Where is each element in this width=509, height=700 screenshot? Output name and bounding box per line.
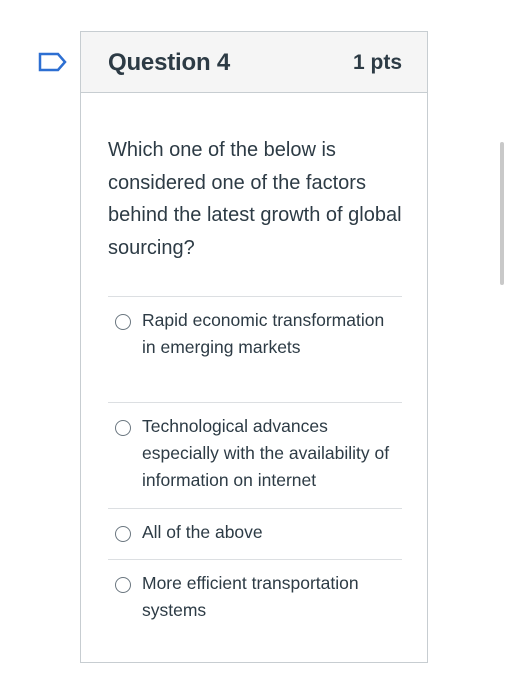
answer-label: All of the above xyxy=(142,522,263,542)
answer-label: Rapid economic transformation in emergin… xyxy=(142,310,385,357)
question-header: Question 4 1 pts xyxy=(81,32,427,93)
radio-unchecked-icon[interactable] xyxy=(115,314,131,330)
question-title: Question 4 xyxy=(108,49,231,76)
scrollbar[interactable] xyxy=(500,142,504,285)
question-card: Question 4 1 pts Which one of the below … xyxy=(80,31,428,663)
answer-option-2[interactable]: Technological advances especially with t… xyxy=(108,402,402,508)
flag-question-icon[interactable] xyxy=(38,52,68,72)
answer-label: Technological advances especially with t… xyxy=(142,416,390,490)
answer-label: More efficient transportation systems xyxy=(142,573,359,620)
radio-unchecked-icon[interactable] xyxy=(115,420,131,436)
radio-unchecked-icon[interactable] xyxy=(115,577,131,593)
question-text: Which one of the below is considered one… xyxy=(108,139,402,259)
question-points: 1 pts xyxy=(352,51,402,74)
answer-option-1[interactable]: Rapid economic transformation in emergin… xyxy=(108,296,402,402)
answer-list: Rapid economic transformation in emergin… xyxy=(108,296,402,639)
answer-option-4[interactable]: More efficient transportation systems xyxy=(108,559,402,639)
answer-option-3[interactable]: All of the above xyxy=(108,508,402,559)
radio-unchecked-icon[interactable] xyxy=(115,526,131,542)
